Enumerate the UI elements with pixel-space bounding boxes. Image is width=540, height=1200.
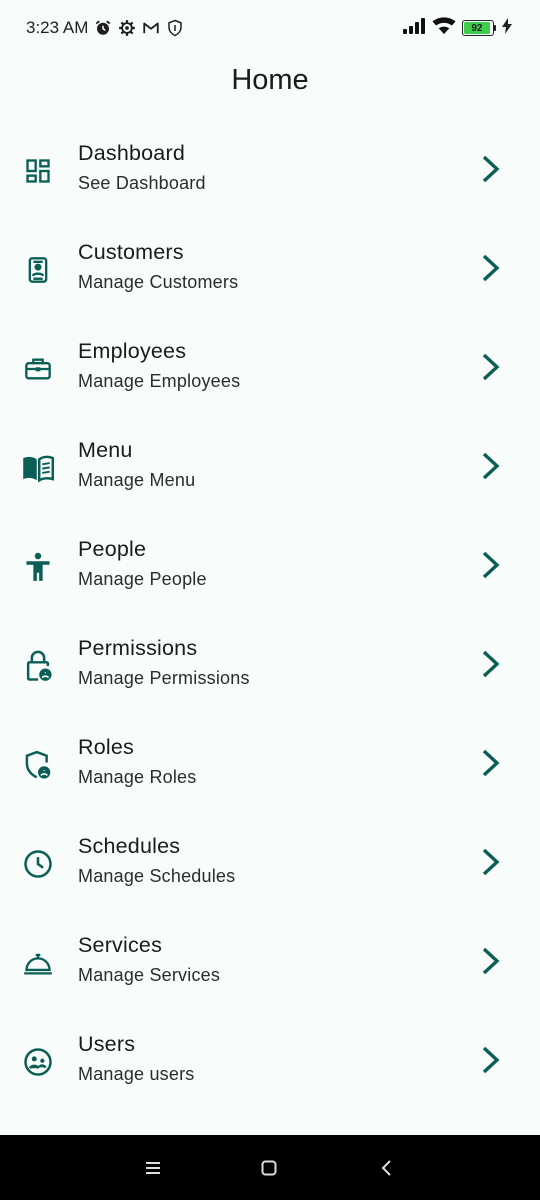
chevron-right-icon (478, 945, 504, 977)
menu-item-customers[interactable]: Customers Manage Customers (0, 218, 540, 317)
menu-item-title: Customers (78, 240, 184, 264)
chevron-right-icon (478, 1044, 504, 1076)
room-service-icon (22, 947, 54, 979)
menu-item-subtitle: Manage Permissions (78, 668, 250, 688)
vpn-shield-icon (166, 19, 184, 37)
charging-icon (502, 17, 512, 39)
menu-item-dashboard[interactable]: Dashboard See Dashboard (0, 119, 540, 218)
settings-icon (118, 19, 136, 37)
gmail-icon (142, 19, 160, 37)
menu-item-title: Dashboard (78, 141, 185, 165)
menu-item-employees[interactable]: Employees Manage Employees (0, 317, 540, 416)
status-right: 92 (402, 16, 512, 40)
battery-level: 92 (464, 22, 490, 34)
menu-item-subtitle: Manage Employees (78, 371, 241, 391)
menu-item-users[interactable]: Users Manage users (0, 1010, 540, 1109)
menu-item-schedules[interactable]: Schedules Manage Schedules (0, 812, 540, 911)
home-icon[interactable] (258, 1157, 280, 1179)
briefcase-icon (22, 353, 54, 385)
lock-person-icon (22, 650, 54, 682)
menu-item-subtitle: Manage Services (78, 965, 221, 985)
chevron-right-icon (478, 450, 504, 482)
menu-item-title: People (78, 537, 147, 561)
chevron-right-icon (478, 549, 504, 581)
menu-item-subtitle: Manage Customers (78, 272, 239, 292)
clock-icon (22, 848, 54, 880)
users-face-icon (22, 1046, 54, 1078)
system-nav-bar (0, 1135, 540, 1200)
menu-list: Dashboard See Dashboard Customers Manage… (0, 119, 540, 1109)
recents-icon[interactable] (142, 1157, 164, 1179)
menu-item-subtitle: Manage Schedules (78, 866, 236, 886)
chevron-right-icon (478, 747, 504, 779)
menu-item-roles[interactable]: Roles Manage Roles (0, 713, 540, 812)
status-bar: 3:23 AM 92 (0, 0, 540, 56)
menu-item-services[interactable]: Services Manage Services (0, 911, 540, 1010)
menu-item-subtitle: Manage People (78, 569, 207, 589)
menu-item-subtitle: See Dashboard (78, 173, 206, 193)
signal-icon (402, 17, 426, 39)
person-icon (22, 551, 54, 583)
battery-icon: 92 (462, 20, 496, 36)
wifi-icon (432, 16, 456, 40)
menu-item-subtitle: Manage Menu (78, 470, 196, 490)
chevron-right-icon (478, 846, 504, 878)
menu-item-title: Services (78, 933, 163, 957)
alarm-icon (94, 19, 112, 37)
menu-item-title: Schedules (78, 834, 181, 858)
menu-item-title: Roles (78, 735, 134, 759)
menu-item-people[interactable]: People Manage People (0, 515, 540, 614)
menu-item-subtitle: Manage Roles (78, 767, 197, 787)
status-left: 3:23 AM (26, 18, 184, 38)
menu-item-menu[interactable]: Menu Manage Menu (0, 416, 540, 515)
dashboard-icon (22, 155, 54, 187)
customers-icon (22, 254, 54, 286)
chevron-right-icon (478, 351, 504, 383)
chevron-right-icon (478, 252, 504, 284)
shield-person-icon (22, 749, 54, 781)
chevron-right-icon (478, 648, 504, 680)
menu-item-permissions[interactable]: Permissions Manage Permissions (0, 614, 540, 713)
menu-book-icon (22, 452, 54, 484)
back-icon[interactable] (376, 1157, 398, 1179)
menu-item-title: Permissions (78, 636, 198, 660)
menu-item-title: Employees (78, 339, 187, 363)
menu-item-subtitle: Manage users (78, 1064, 195, 1084)
menu-item-title: Users (78, 1032, 136, 1056)
chevron-right-icon (478, 153, 504, 185)
menu-item-title: Menu (78, 438, 133, 462)
page-title: Home (231, 64, 309, 96)
status-time: 3:23 AM (26, 18, 89, 37)
